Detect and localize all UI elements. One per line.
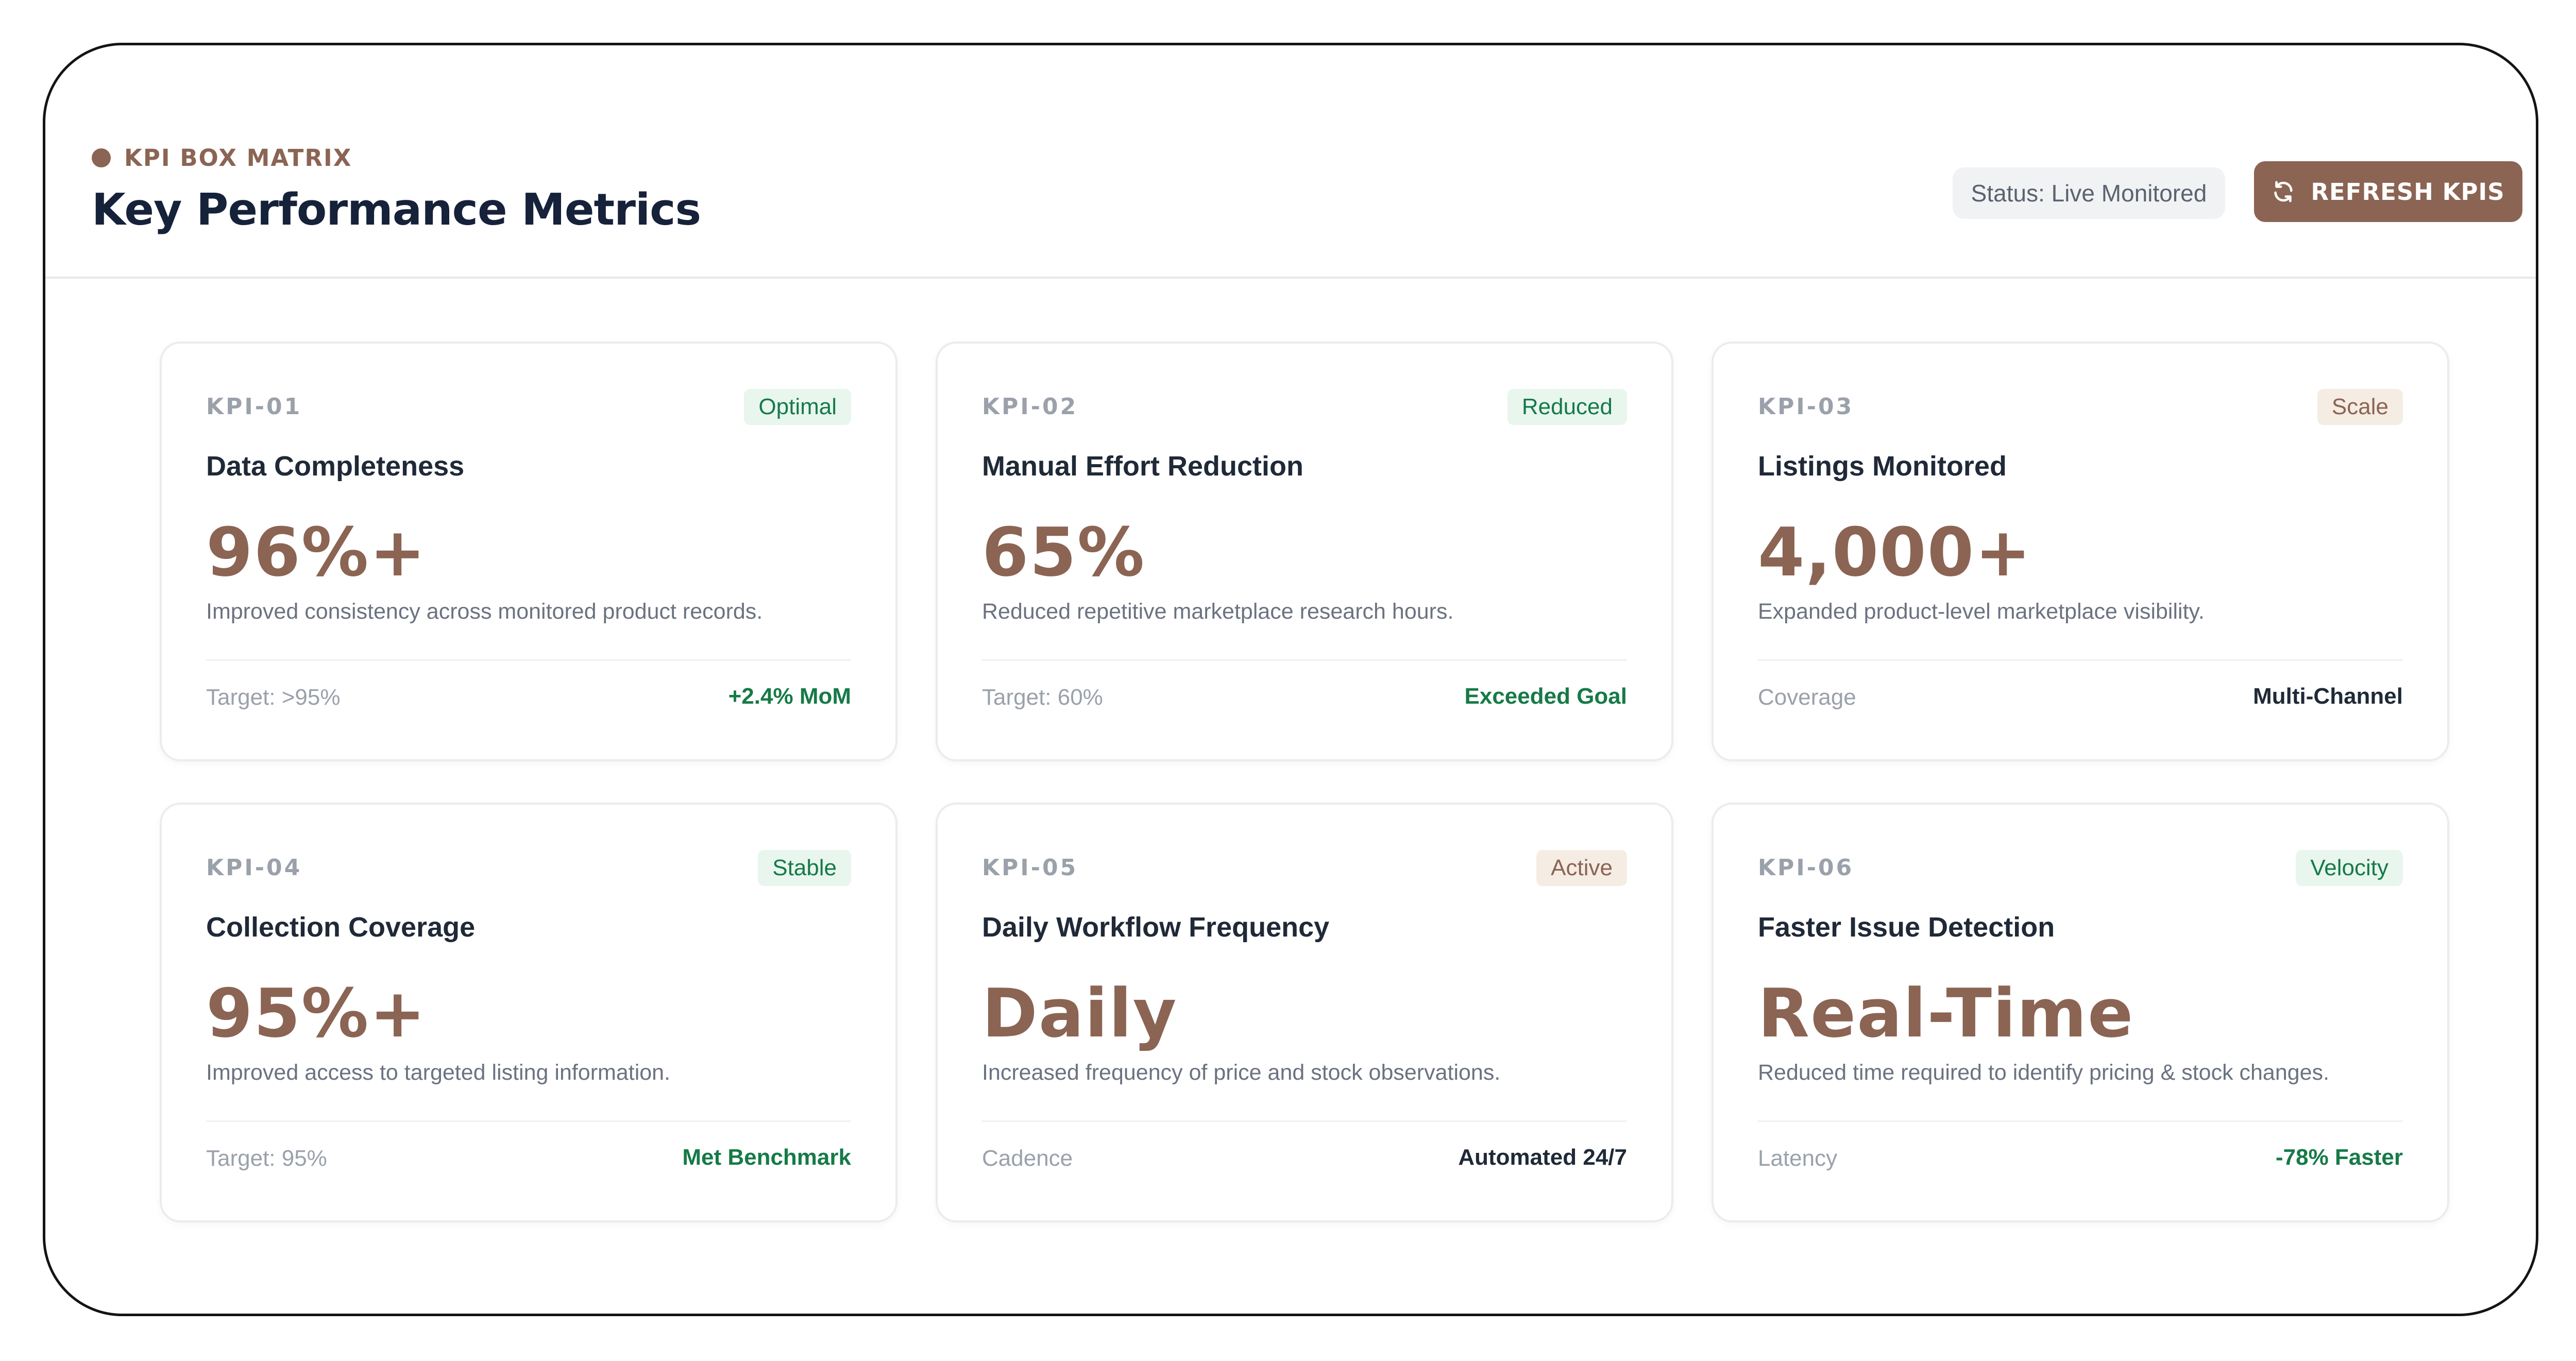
kpi-divider bbox=[1758, 1120, 2403, 1122]
kpi-status-badge: Active bbox=[1536, 850, 1627, 886]
kpi-title: Collection Coverage bbox=[206, 912, 476, 943]
kpi-target: Target: 95% bbox=[206, 1146, 327, 1171]
kpi-id: KPI-06 bbox=[1758, 855, 1854, 881]
kpi-status-badge: Velocity bbox=[2296, 850, 2403, 886]
eyebrow-label: KPI BOX MATRIX bbox=[124, 144, 352, 172]
kpi-status-badge: Optimal bbox=[744, 389, 851, 425]
kpi-id: KPI-03 bbox=[1758, 394, 1854, 420]
page-title: Key Performance Metrics bbox=[92, 184, 701, 235]
kpi-value: 95%+ bbox=[206, 974, 427, 1052]
kpi-divider bbox=[982, 659, 1627, 661]
kpi-card: KPI-04 Stable Collection Coverage 95%+ I… bbox=[160, 803, 897, 1222]
kpi-divider bbox=[206, 659, 851, 661]
kpi-title: Faster Issue Detection bbox=[1758, 912, 2055, 943]
kpi-value: 4,000+ bbox=[1758, 513, 2032, 591]
kpi-trend: +2.4% MoM bbox=[728, 684, 851, 709]
kpi-card: KPI-05 Active Daily Workflow Frequency D… bbox=[936, 803, 1673, 1222]
kpi-target: Coverage bbox=[1758, 685, 1856, 710]
kpi-id: KPI-04 bbox=[206, 855, 302, 881]
kpi-value: 96%+ bbox=[206, 513, 427, 591]
kpi-trend: Multi-Channel bbox=[2253, 684, 2403, 709]
kpi-card: KPI-03 Scale Listings Monitored 4,000+ E… bbox=[1711, 342, 2449, 761]
kpi-description: Increased frequency of price and stock o… bbox=[982, 1060, 1501, 1085]
kpi-grid: KPI-01 Optimal Data Completeness 96%+ Im… bbox=[160, 342, 2449, 1222]
kpi-value: Real-Time bbox=[1758, 974, 2134, 1052]
dashboard-header: KPI BOX MATRIX Key Performance Metrics S… bbox=[45, 45, 2536, 279]
kpi-description: Reduced repetitive marketplace research … bbox=[982, 599, 1454, 624]
kpi-status-badge: Reduced bbox=[1507, 389, 1627, 425]
kpi-trend: -78% Faster bbox=[2275, 1145, 2403, 1170]
kpi-trend: Automated 24/7 bbox=[1458, 1145, 1627, 1170]
kpi-description: Reduced time required to identify pricin… bbox=[1758, 1060, 2330, 1085]
refresh-icon bbox=[2272, 180, 2295, 203]
kpi-id: KPI-05 bbox=[982, 855, 1078, 881]
kpi-divider bbox=[206, 1120, 851, 1122]
kpi-target: Latency bbox=[1758, 1146, 1838, 1171]
kpi-card: KPI-01 Optimal Data Completeness 96%+ Im… bbox=[160, 342, 897, 761]
kpi-description: Improved consistency across monitored pr… bbox=[206, 599, 763, 624]
status-dot-icon bbox=[92, 148, 111, 167]
refresh-kpis-button[interactable]: REFRESH KPIS bbox=[2254, 161, 2522, 222]
kpi-title: Listings Monitored bbox=[1758, 451, 2007, 482]
dashboard-panel: KPI BOX MATRIX Key Performance Metrics S… bbox=[43, 43, 2538, 1316]
kpi-title: Daily Workflow Frequency bbox=[982, 912, 1330, 943]
kpi-card: KPI-06 Velocity Faster Issue Detection R… bbox=[1711, 803, 2449, 1222]
kpi-trend: Exceeded Goal bbox=[1464, 684, 1627, 709]
kpi-value: 65% bbox=[982, 513, 1146, 591]
kpi-target: Target: >95% bbox=[206, 685, 341, 710]
kpi-status-badge: Stable bbox=[758, 850, 851, 886]
kpi-trend: Met Benchmark bbox=[682, 1145, 851, 1170]
kpi-divider bbox=[982, 1120, 1627, 1122]
kpi-value: Daily bbox=[982, 974, 1178, 1052]
kpi-id: KPI-02 bbox=[982, 394, 1078, 420]
kpi-divider bbox=[1758, 659, 2403, 661]
kpi-target: Target: 60% bbox=[982, 685, 1103, 710]
kpi-description: Improved access to targeted listing info… bbox=[206, 1060, 671, 1085]
kpi-title: Manual Effort Reduction bbox=[982, 451, 1303, 482]
kpi-title: Data Completeness bbox=[206, 451, 465, 482]
section-eyebrow: KPI BOX MATRIX bbox=[92, 144, 352, 172]
kpi-card: KPI-02 Reduced Manual Effort Reduction 6… bbox=[936, 342, 1673, 761]
status-badge: Status: Live Monitored bbox=[1953, 167, 2225, 219]
refresh-button-label: REFRESH KPIS bbox=[2311, 178, 2505, 206]
kpi-description: Expanded product-level marketplace visib… bbox=[1758, 599, 2205, 624]
kpi-id: KPI-01 bbox=[206, 394, 302, 420]
kpi-status-badge: Scale bbox=[2317, 389, 2403, 425]
kpi-target: Cadence bbox=[982, 1146, 1073, 1171]
